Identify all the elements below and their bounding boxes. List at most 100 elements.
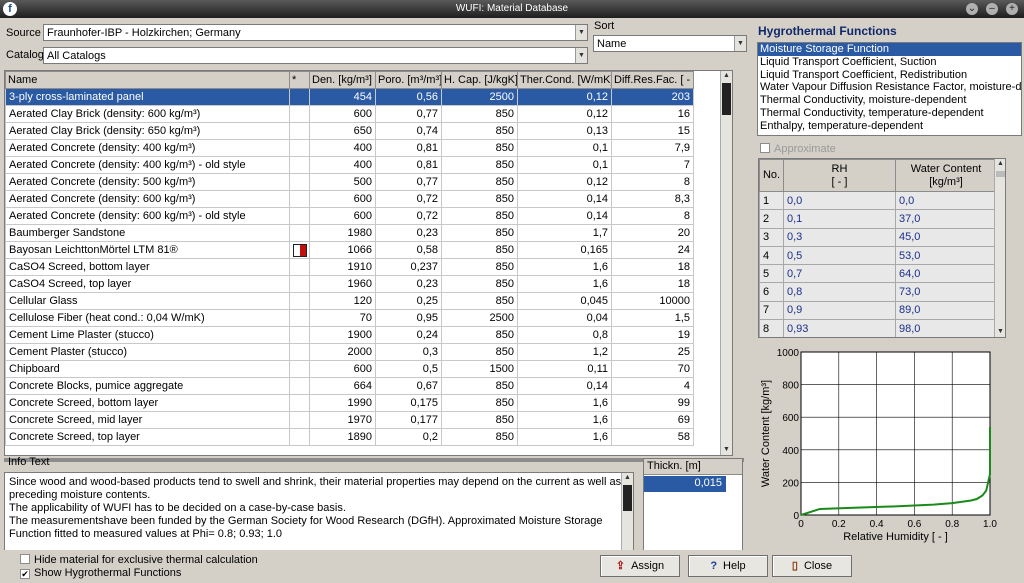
table-row[interactable]: 8 0,93 98,0 bbox=[759, 319, 997, 337]
moisture-storage-table[interactable]: No. RH[ - ] Water Content [kg/m³] 1 0,0 0,0… bbox=[758, 158, 1006, 338]
assign-button[interactable]: ⇪ Assign bbox=[600, 555, 680, 577]
chevron-down-icon[interactable]: ▼ bbox=[734, 36, 746, 51]
thickness-box[interactable]: Thickn. [m] 0,015 bbox=[643, 458, 743, 562]
table-row[interactable]: Cellular Glass 120 0,25 850 0,045 10000 bbox=[5, 292, 694, 310]
table-row[interactable]: Concrete Screed, bottom layer 1990 0,175 85… bbox=[5, 394, 694, 412]
table-cell[interactable]: 4 bbox=[759, 245, 784, 266]
table-row[interactable]: CaSO4 Screed, top layer 1960 0,23 850 1,6 18 bbox=[5, 275, 694, 293]
table-cell[interactable]: 7 bbox=[759, 300, 784, 321]
function-list-item[interactable]: Thermal Conductivity, moisture-dependent bbox=[758, 94, 1021, 107]
table-cell[interactable]: 0,8 bbox=[783, 282, 896, 302]
table-cell[interactable]: 45,0 bbox=[895, 227, 997, 247]
scroll-thumb[interactable] bbox=[623, 485, 632, 511]
table-cell[interactable]: 37,0 bbox=[895, 209, 997, 229]
column-header[interactable]: Den. [kg/m³] bbox=[309, 71, 376, 89]
table-cell[interactable]: 0,0 bbox=[783, 190, 896, 211]
minimize-icon[interactable]: – bbox=[986, 3, 998, 15]
table-cell[interactable]: 5 bbox=[759, 264, 784, 284]
table-row[interactable]: CaSO4 Screed, bottom layer 1910 0,237 850 1,… bbox=[5, 258, 694, 276]
hide-material-checkbox[interactable]: Hide material for exclusive thermal calc… bbox=[20, 554, 258, 566]
help-button[interactable]: ? Help bbox=[688, 555, 768, 577]
table-scrollbar[interactable]: ▲ ▼ bbox=[994, 159, 1005, 337]
table-row[interactable]: Cement Lime Plaster (stucco) 1900 0,24 850 0… bbox=[5, 326, 694, 344]
function-list[interactable]: Moisture Storage Function Liquid Transpor… bbox=[757, 42, 1022, 136]
close-button[interactable]: ▯ Close bbox=[772, 555, 852, 577]
checkbox-icon[interactable] bbox=[20, 554, 30, 564]
thickness-value[interactable]: 0,015 bbox=[644, 476, 726, 492]
table-row[interactable]: Concrete Blocks, pumice aggregate 664 0,67… bbox=[5, 377, 694, 395]
table-row[interactable]: Aerated Concrete (density: 600 kg/m³) - … bbox=[5, 207, 694, 225]
menu-icon[interactable]: ⌄ bbox=[966, 3, 978, 15]
function-list-item[interactable]: Thermal Conductivity, temperature-depend… bbox=[758, 107, 1021, 120]
table-row[interactable]: Cement Plaster (stucco) 2000 0,3 850 1,2 25 bbox=[5, 343, 694, 361]
table-row[interactable]: Cellulose Fiber (heat cond.: 0,04 W/mK) 7… bbox=[5, 309, 694, 327]
table-cell[interactable]: 98,0 bbox=[895, 319, 997, 337]
table-cell[interactable]: 2 bbox=[759, 209, 784, 229]
source-dropdown[interactable]: Fraunhofer-IBP - Holzkirchen; Germany ▼ bbox=[43, 24, 588, 41]
table-row[interactable]: Aerated Concrete (density: 600 kg/m³) 600… bbox=[5, 190, 694, 208]
table-scrollbar[interactable]: ▲ ▼ bbox=[720, 71, 732, 455]
table-row[interactable]: Aerated Clay Brick (density: 600 kg/m³) 6… bbox=[5, 105, 694, 123]
function-list-item[interactable]: Liquid Transport Coefficient, Redistribu… bbox=[758, 69, 1021, 82]
function-list-item[interactable]: Water Vapour Diffusion Resistance Factor… bbox=[758, 81, 1021, 94]
chevron-down-icon[interactable]: ▼ bbox=[575, 48, 587, 63]
info-text-box[interactable]: Since wood and wood-based products tend … bbox=[4, 472, 634, 560]
function-list-item[interactable]: Liquid Transport Coefficient, Suction bbox=[758, 56, 1021, 69]
table-row[interactable]: 6 0,8 73,0 bbox=[759, 282, 997, 302]
sort-dropdown[interactable]: Name ▼ bbox=[593, 35, 747, 52]
table-cell[interactable]: 0,1 bbox=[783, 209, 896, 229]
function-list-item[interactable]: Enthalpy, temperature-dependent bbox=[758, 120, 1021, 133]
table-row[interactable]: 1 0,0 0,0 bbox=[759, 190, 997, 211]
scroll-down-icon[interactable]: ▼ bbox=[721, 445, 732, 455]
table-row[interactable]: Concrete Screed, mid layer 1970 0,177 850 1,… bbox=[5, 411, 694, 429]
column-header[interactable]: H. Cap. [J/kgK] bbox=[441, 71, 518, 89]
horizontal-scrollbar[interactable] bbox=[4, 458, 744, 462]
table-row[interactable]: Baumberger Sandstone 1980 0,23 850 1,7 20 bbox=[5, 224, 694, 242]
info-scrollbar[interactable]: ▲ ▼ bbox=[621, 473, 633, 559]
table-cell[interactable]: 0,3 bbox=[783, 227, 896, 247]
column-header[interactable]: Poro. [m³/m³] bbox=[375, 71, 442, 89]
scroll-up-icon[interactable]: ▲ bbox=[622, 473, 633, 483]
table-row[interactable]: Aerated Concrete (density: 400 kg/m³) 400… bbox=[5, 139, 694, 157]
maximize-icon[interactable]: + bbox=[1006, 3, 1018, 15]
table-cell[interactable]: 6 bbox=[759, 282, 784, 302]
table-cell[interactable]: 64,0 bbox=[895, 264, 997, 284]
table-row[interactable]: 7 0,9 89,0 bbox=[759, 300, 997, 321]
table-cell[interactable]: 8 bbox=[759, 319, 784, 337]
table-cell[interactable]: 0,0 bbox=[895, 190, 997, 211]
checkbox-checked-icon[interactable]: ✔ bbox=[20, 569, 30, 579]
scroll-down-icon[interactable]: ▼ bbox=[995, 327, 1005, 337]
table-cell[interactable]: 0,7 bbox=[783, 264, 896, 284]
table-row[interactable]: Aerated Clay Brick (density: 650 kg/m³) 6… bbox=[5, 122, 694, 140]
show-hygrothermal-checkbox[interactable]: ✔ Show Hygrothermal Functions bbox=[20, 567, 181, 579]
table-cell[interactable]: 3 bbox=[759, 227, 784, 247]
table-cell[interactable]: 0,5 bbox=[783, 245, 896, 266]
table-row[interactable]: 5 0,7 64,0 bbox=[759, 264, 997, 284]
scroll-up-icon[interactable]: ▲ bbox=[995, 159, 1005, 169]
column-header[interactable]: Diff.Res.Fac. [ - ] bbox=[611, 71, 694, 89]
chevron-down-icon[interactable]: ▼ bbox=[575, 25, 587, 40]
scroll-thumb[interactable] bbox=[722, 83, 731, 115]
table-row[interactable]: Aerated Concrete (density: 400 kg/m³) - … bbox=[5, 156, 694, 174]
table-row[interactable]: Concrete Screed, top layer 1890 0,2 850 1,6 5… bbox=[5, 428, 694, 446]
table-row[interactable]: Chipboard 600 0,5 1500 0,11 70 bbox=[5, 360, 694, 378]
function-list-item[interactable]: Moisture Storage Function bbox=[758, 43, 1021, 56]
table-row[interactable]: Aerated Concrete (density: 500 kg/m³) 500… bbox=[5, 173, 694, 191]
table-row[interactable]: 2 0,1 37,0 bbox=[759, 209, 997, 229]
table-row[interactable]: 4 0,5 53,0 bbox=[759, 245, 997, 266]
table-cell[interactable]: 73,0 bbox=[895, 282, 997, 302]
table-cell[interactable]: 89,0 bbox=[895, 300, 997, 321]
table-row[interactable]: Bayosan LeichttonMörtel LTM 81® 1066 0,58 8… bbox=[5, 241, 694, 259]
table-cell[interactable]: 1 bbox=[759, 190, 784, 211]
column-header[interactable]: Ther.Cond. [W/mK] bbox=[517, 71, 612, 89]
scroll-up-icon[interactable]: ▲ bbox=[721, 71, 732, 81]
table-cell[interactable]: 53,0 bbox=[895, 245, 997, 266]
table-row[interactable]: 3 0,3 45,0 bbox=[759, 227, 997, 247]
column-header[interactable]: Name bbox=[5, 71, 290, 89]
material-table[interactable]: Name * Den. [kg/m³] Poro. [m³/m³] H. Cap. [J… bbox=[4, 70, 733, 456]
table-cell[interactable]: 0,93 bbox=[783, 319, 896, 337]
table-row[interactable]: 3-ply cross-laminated panel 454 0,56 2500 0,… bbox=[5, 88, 694, 106]
column-header[interactable]: * bbox=[289, 71, 310, 89]
catalog-dropdown[interactable]: All Catalogs ▼ bbox=[43, 47, 588, 64]
scroll-thumb[interactable] bbox=[996, 171, 1005, 177]
